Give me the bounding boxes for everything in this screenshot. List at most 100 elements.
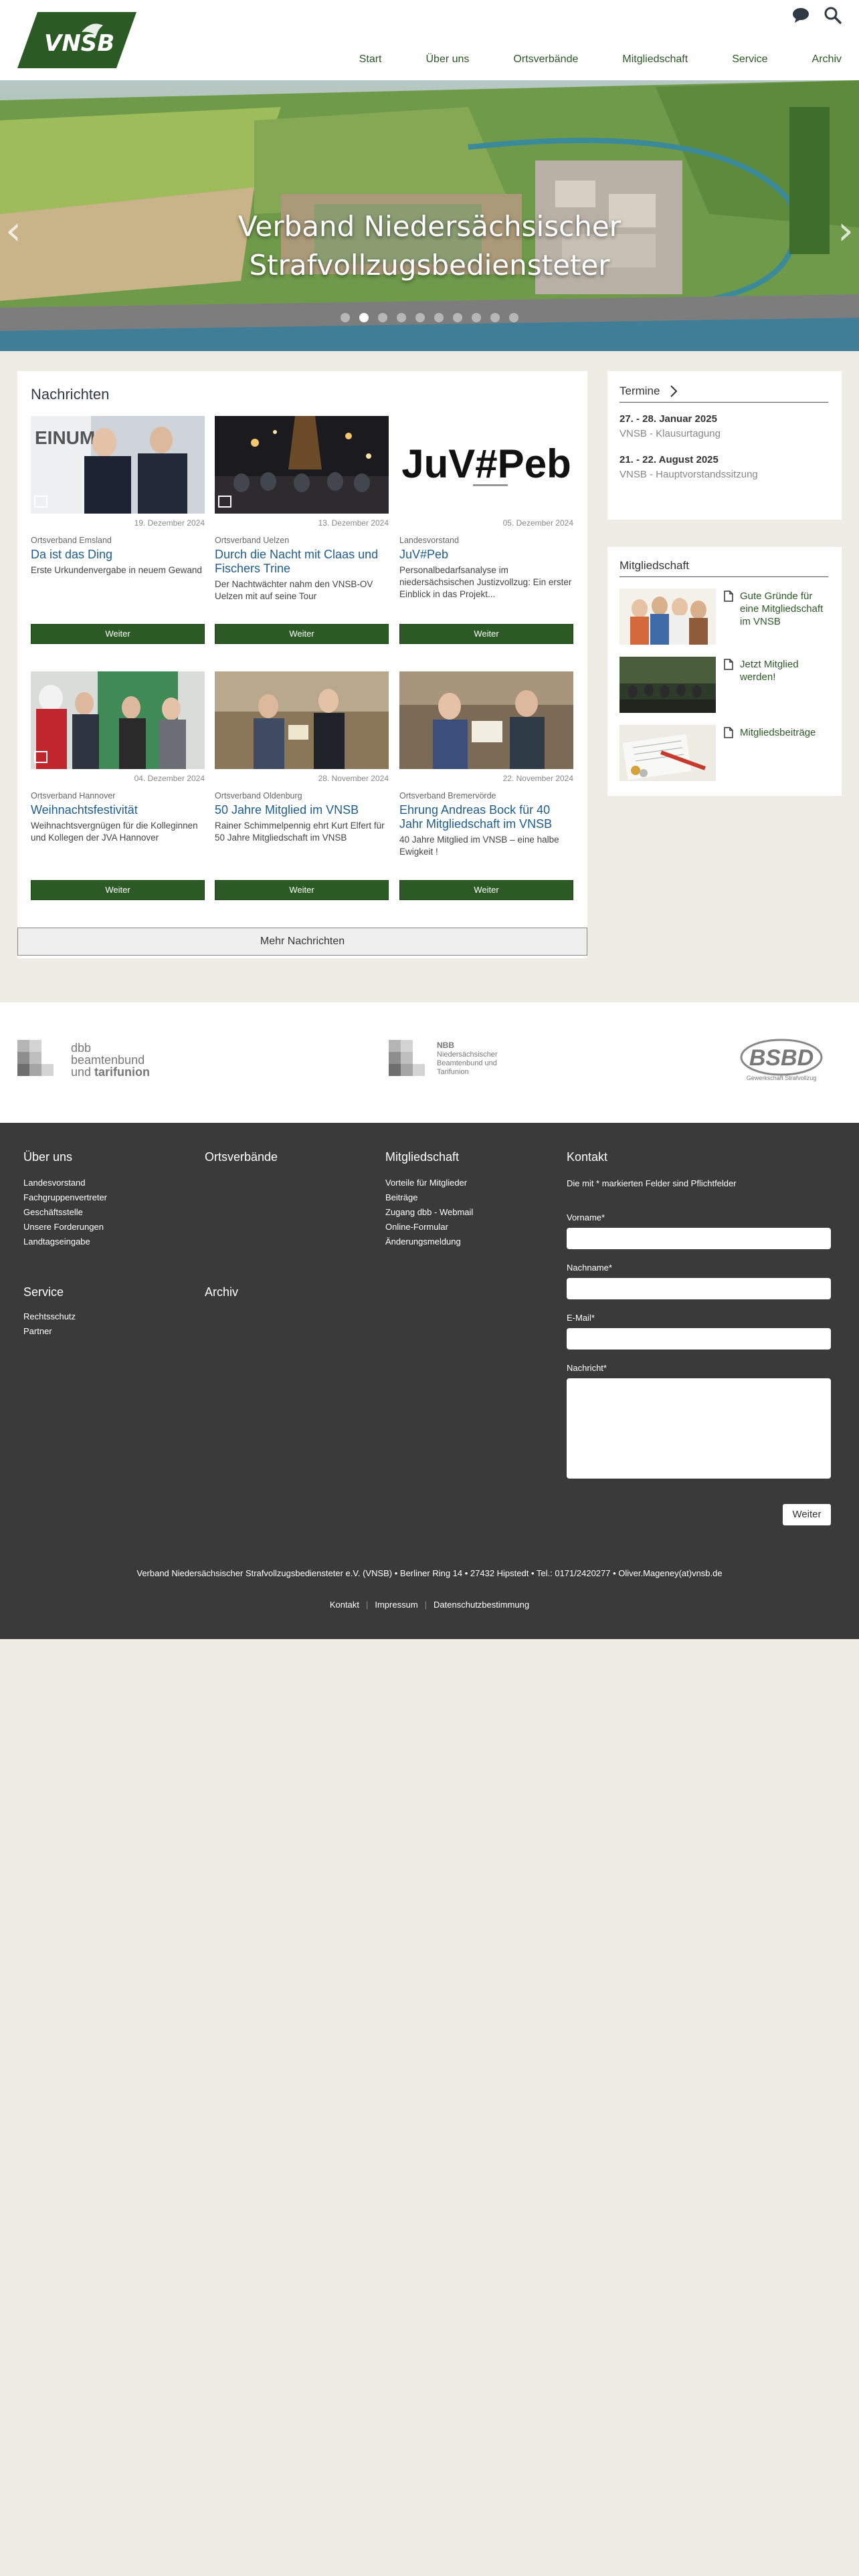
news-headline[interactable]: Da ist das Ding (31, 548, 205, 562)
nav-service[interactable]: Service (688, 53, 767, 66)
mitgliedschaft-link[interactable]: Mitgliedsbeiträge (723, 726, 834, 739)
chevron-right-icon[interactable]: › (838, 207, 854, 254)
nachname-field[interactable] (567, 1278, 831, 1299)
news-headline[interactable]: JuV#Peb (399, 548, 573, 562)
nbb-line-3: Beamtenbund und (437, 1059, 497, 1067)
email-field[interactable] (567, 1328, 831, 1350)
footer-title-archiv[interactable]: Archiv (205, 1285, 238, 1299)
footer-link[interactable]: Geschäftsstelle (23, 1205, 107, 1220)
slider-dot[interactable] (490, 313, 500, 322)
slider-dots (0, 313, 859, 322)
mitgliedschaft-link[interactable]: Gute Gründe für eine Mitgliedschaft im V… (723, 590, 834, 628)
vorname-field[interactable] (567, 1228, 831, 1249)
weiter-button[interactable]: Weiter (399, 880, 573, 900)
slider-dot[interactable] (472, 313, 481, 322)
nav-archiv[interactable]: Archiv (768, 53, 842, 66)
nbb-line-1: NBB (437, 1041, 454, 1050)
slider-dot[interactable] (434, 313, 444, 322)
chevron-right-icon[interactable] (669, 385, 678, 398)
mitgliedschaft-image[interactable] (619, 725, 716, 781)
dbb-logo[interactable]: dbb beamtenbund und tarifunion (17, 1040, 165, 1077)
news-card[interactable]: 13. Dezember 2024 Ortsverband Uelzen Dur… (215, 416, 389, 603)
chevron-left-icon[interactable]: ‹ (5, 207, 21, 254)
nav-ueber-uns[interactable]: Über uns (382, 53, 470, 66)
main-nav: Start Über uns Ortsverbände Mitgliedscha… (315, 53, 842, 66)
footer-link-kontakt[interactable]: Kontakt (330, 1600, 359, 1610)
news-card[interactable]: EINUM 19. Dezember 2024 Ortsverband Emsl… (31, 416, 205, 576)
news-headline[interactable]: Durch die Nacht mit Claas und Fischers T… (215, 548, 389, 576)
bsbd-logo[interactable]: BSBD Gewerkschaft Strafvollzug (735, 1036, 828, 1083)
footer-link[interactable]: Rechtsschutz (23, 1309, 76, 1324)
news-date: 13. Dezember 2024 (318, 518, 389, 528)
news-date: 22. November 2024 (502, 774, 573, 783)
termine-title[interactable]: Termine (619, 385, 660, 398)
news-card[interactable]: 28. November 2024 Ortsverband Oldenburg … (215, 671, 389, 844)
mitgliedschaft-image[interactable] (619, 657, 716, 713)
footer-title-ueber-uns[interactable]: Über uns (23, 1150, 72, 1164)
footer-link[interactable]: Unsere Forderungen (23, 1220, 107, 1235)
footer-title-service[interactable]: Service (23, 1285, 64, 1299)
news-headline[interactable]: 50 Jahre Mitglied im VNSB (215, 803, 389, 817)
footer-link[interactable]: Änderungsmeldung (385, 1235, 473, 1249)
footer-link-impressum[interactable]: Impressum (375, 1600, 417, 1610)
contact-form-note: Die mit * markierten Felder sind Pflicht… (567, 1178, 737, 1188)
nbb-logo[interactable]: NBB Niedersächsischer Beamtenbund und Ta… (389, 1040, 522, 1077)
mitgliedschaft-item[interactable]: Jetzt Mitglied werden! (619, 657, 834, 713)
contact-form-title: Kontakt (567, 1150, 608, 1164)
weiter-button[interactable]: Weiter (215, 880, 389, 900)
chat-icon[interactable] (792, 7, 809, 23)
footer-title-ortsverbaende[interactable]: Ortsverbände (205, 1150, 278, 1164)
news-headline[interactable]: Ehrung Andreas Bock für 40 Jahr Mitglied… (399, 803, 573, 831)
footer-link[interactable]: Beiträge (385, 1190, 473, 1205)
footer-title-mitgliedschaft[interactable]: Mitgliedschaft (385, 1150, 459, 1164)
slider-dot[interactable] (509, 313, 518, 322)
termin-item[interactable]: 27. - 28. Januar 2025 VNSB - Klausurtagu… (619, 413, 828, 439)
image-text: EINUM (35, 427, 95, 448)
mitgliedschaft-image[interactable] (619, 588, 716, 645)
footer-link[interactable]: Landesvorstand (23, 1176, 107, 1190)
news-image[interactable] (399, 671, 573, 769)
news-image[interactable]: EINUM (31, 416, 205, 514)
dbb-line-3a: und (71, 1065, 94, 1077)
mitgliedschaft-item[interactable]: Mitgliedsbeiträge (619, 725, 834, 781)
slider-dot[interactable] (378, 313, 387, 322)
search-icon[interactable] (824, 7, 842, 24)
footer-link-datenschutz[interactable]: Datenschutzbestimmung (434, 1600, 529, 1610)
contact-submit-button[interactable]: Weiter (783, 1504, 831, 1525)
weiter-button[interactable]: Weiter (215, 624, 389, 644)
news-image[interactable]: JuV#Peb (399, 416, 573, 514)
footer-link[interactable]: Vorteile für Mitglieder (385, 1176, 473, 1190)
weiter-button[interactable]: Weiter (31, 624, 205, 644)
vnsb-logo[interactable]: VNSB (17, 12, 136, 68)
footer-link[interactable]: Fachgruppenvertreter (23, 1190, 107, 1205)
termin-item[interactable]: 21. - 22. August 2025 VNSB - Hauptvorsta… (619, 454, 828, 480)
nav-mitgliedschaft[interactable]: Mitgliedschaft (578, 53, 688, 66)
mitgliedschaft-link[interactable]: Jetzt Mitglied werden! (723, 658, 834, 683)
dbb-line-3b: tarifunion (94, 1065, 150, 1077)
weiter-button[interactable]: Weiter (399, 624, 573, 644)
footer-link[interactable]: Landtagseingabe (23, 1235, 107, 1249)
footer-link[interactable]: Partner (23, 1324, 76, 1339)
footer-link[interactable]: Online-Formular (385, 1220, 473, 1235)
slider-dot[interactable] (341, 313, 350, 322)
footer-link[interactable]: Zugang dbb - Webmail (385, 1205, 473, 1220)
weiter-button[interactable]: Weiter (31, 880, 205, 900)
news-card[interactable]: 22. November 2024 Ortsverband Bremervörd… (399, 671, 573, 858)
news-headline[interactable]: Weihnachtsfestivität (31, 803, 205, 817)
news-image[interactable] (215, 416, 389, 514)
termin-name: VNSB - Hauptvorstandssitzung (619, 469, 758, 480)
slider-dot[interactable] (359, 313, 369, 322)
news-card[interactable]: JuV#Peb 05. Dezember 2024 Landesvorstand… (399, 416, 573, 601)
nachricht-field[interactable] (567, 1378, 831, 1479)
news-card[interactable]: 04. Dezember 2024 Ortsverband Hannover W… (31, 671, 205, 844)
news-image[interactable] (215, 671, 389, 769)
nav-start[interactable]: Start (315, 53, 382, 66)
more-news-button[interactable]: Mehr Nachrichten (17, 928, 587, 956)
nav-ortsverbaende[interactable]: Ortsverbände (469, 53, 578, 66)
mitgliedschaft-item[interactable]: Gute Gründe für eine Mitgliedschaft im V… (619, 588, 834, 645)
slider-dot[interactable] (415, 313, 425, 322)
news-image[interactable] (31, 671, 205, 769)
separator: | (365, 1600, 369, 1610)
slider-dot[interactable] (397, 313, 406, 322)
slider-dot[interactable] (453, 313, 462, 322)
